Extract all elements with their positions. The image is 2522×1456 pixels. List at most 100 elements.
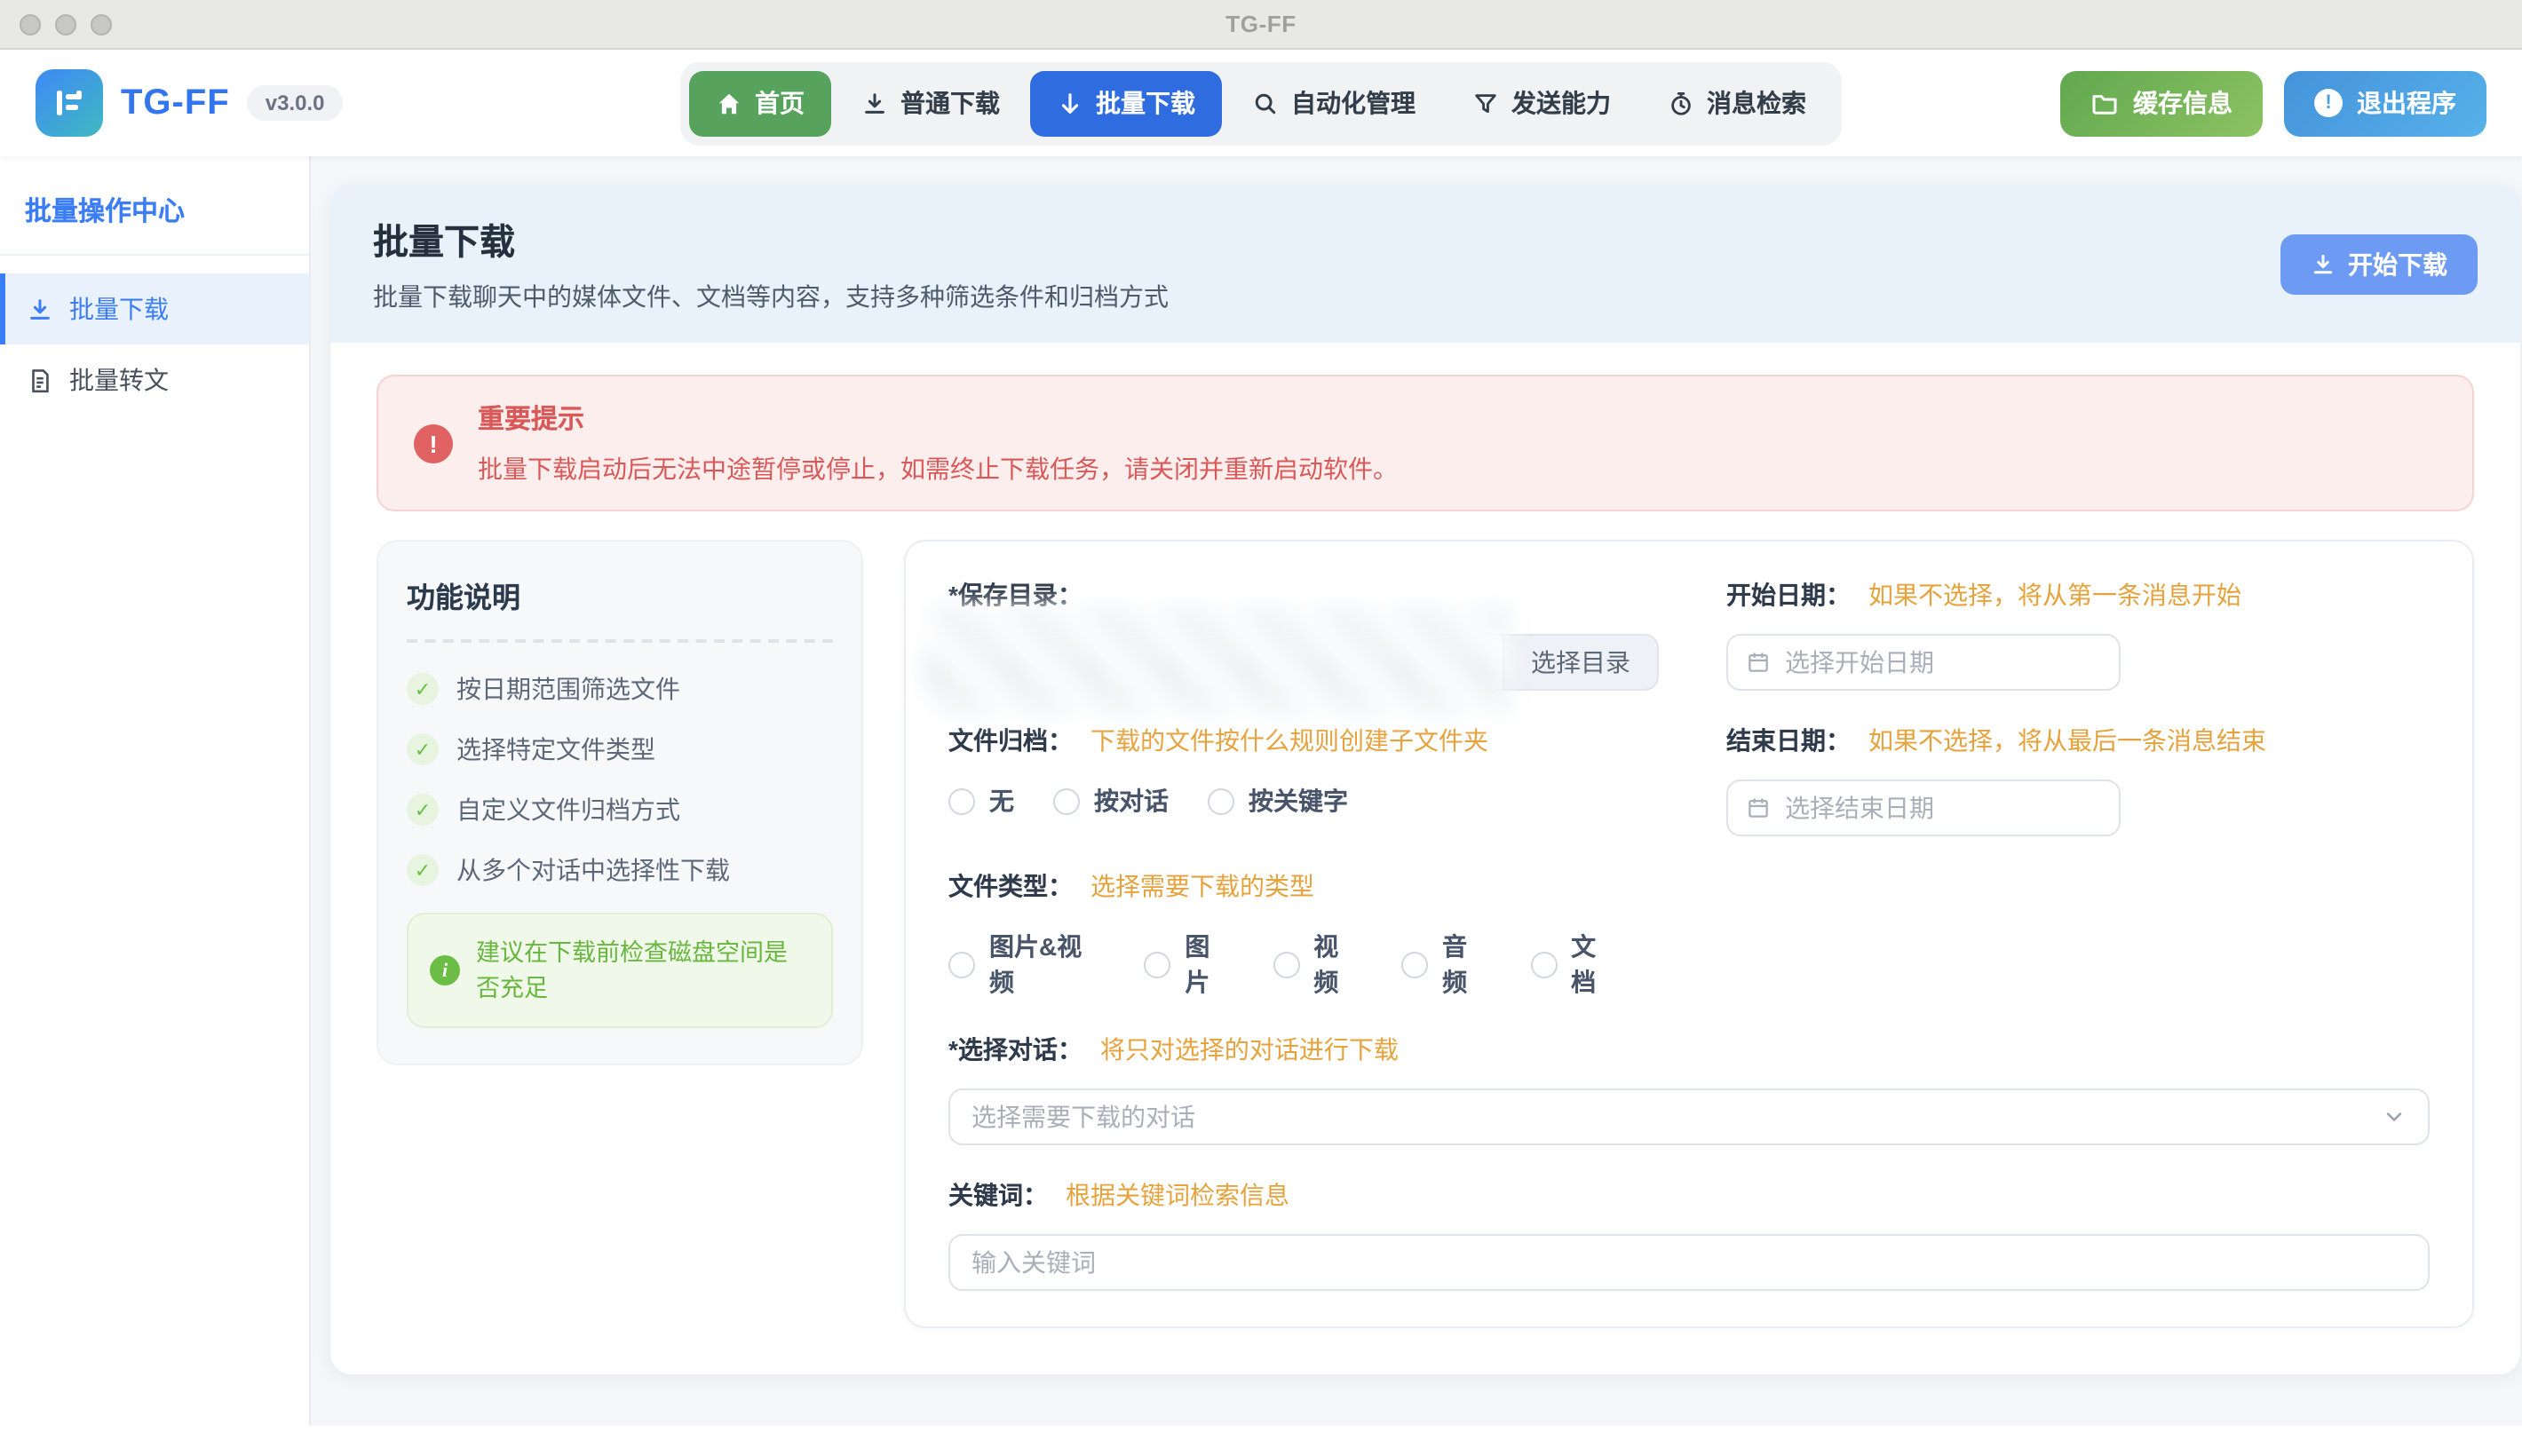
batch-download-panel: 批量下载 批量下载聊天中的媒体文件、文档等内容，支持多种筛选条件和归档方式 开始… xyxy=(330,185,2520,1374)
start-date-label: 开始日期： xyxy=(1726,581,1851,609)
radio-circle-icon xyxy=(1273,951,1299,977)
save-directory-input[interactable] xyxy=(948,634,1503,691)
keyword-hint: 根据关键词检索信息 xyxy=(1066,1181,1289,1209)
radio-circle-icon xyxy=(1530,951,1557,977)
list-item: ✓ 选择特定文件类型 xyxy=(407,732,833,767)
radio-circle-icon xyxy=(1401,951,1428,977)
nav-tab-send[interactable]: 发送能力 xyxy=(1446,70,1638,136)
save-directory-label: *保存目录： xyxy=(948,581,1083,609)
radio-archive-by-dialog[interactable]: 按对话 xyxy=(1053,783,1169,819)
radio-type-audio[interactable]: 音频 xyxy=(1401,929,1491,1000)
list-item: ✓ 自定义文件归档方式 xyxy=(407,792,833,827)
start-date-field: 开始日期： 如果不选择，将从第一条消息开始 选择开始日期 xyxy=(1726,577,2430,691)
arrow-down-icon xyxy=(1057,90,1083,116)
keyword-input[interactable] xyxy=(948,1234,2430,1291)
nav-tab-automation[interactable]: 自动化管理 xyxy=(1225,70,1442,136)
folder-icon xyxy=(2090,89,2119,117)
close-button[interactable] xyxy=(20,13,41,35)
download-line-icon xyxy=(27,296,53,322)
brand-name: TG-FF xyxy=(121,83,230,123)
app-window: TG-FF TG-FF v3.0.0 首页 xyxy=(0,0,2522,1456)
app-bar: TG-FF v3.0.0 首页 普通下载 批量下载 xyxy=(0,50,2522,156)
main-nav: 首页 普通下载 批量下载 自动化管理 xyxy=(680,61,1842,145)
warning-icon: ! xyxy=(414,423,453,463)
file-type-label: 文件类型： xyxy=(948,872,1073,900)
app-logo-icon xyxy=(36,69,103,137)
select-dialog-hint: 将只对选择的对话进行下载 xyxy=(1100,1035,1399,1064)
document-icon xyxy=(27,367,53,393)
title-bar: TG-FF xyxy=(0,0,2522,50)
brand: TG-FF v3.0.0 xyxy=(36,69,343,137)
select-dialog-label: *选择对话： xyxy=(948,1035,1083,1064)
page-title: 批量下载 xyxy=(373,213,1169,265)
file-archive-field: 文件归档： 下载的文件按什么规则创建子文件夹 无 按对话 按关键字 xyxy=(948,723,1659,836)
start-date-input[interactable]: 选择开始日期 xyxy=(1726,634,2121,691)
radio-type-image[interactable]: 图片 xyxy=(1144,929,1233,1000)
dialog-select[interactable]: 选择需要下载的对话 xyxy=(948,1088,2430,1145)
page-header: 批量下载 批量下载聊天中的媒体文件、文档等内容，支持多种筛选条件和归档方式 开始… xyxy=(330,185,2520,343)
radio-archive-none[interactable]: 无 xyxy=(948,783,1014,819)
radio-circle-icon xyxy=(948,787,975,814)
keyword-label: 关键词： xyxy=(948,1181,1048,1209)
warning-title: 重要提示 xyxy=(478,400,1398,437)
feature-card-title: 功能说明 xyxy=(407,574,833,616)
version-badge: v3.0.0 xyxy=(248,85,343,121)
nav-tab-batch-download[interactable]: 批量下载 xyxy=(1030,70,1222,136)
cards-row: 功能说明 ✓ 按日期范围筛选文件 ✓ 选择特定文件类型 ✓ 自定义文件归档方 xyxy=(330,511,2520,1374)
choose-directory-button[interactable]: 选择目录 xyxy=(1503,634,1659,691)
radio-type-video[interactable]: 视频 xyxy=(1273,929,1362,1000)
file-type-hint: 选择需要下载的类型 xyxy=(1090,872,1314,900)
radio-archive-by-keyword[interactable]: 按关键字 xyxy=(1208,783,1348,819)
dashed-divider xyxy=(407,639,833,643)
search-icon xyxy=(1252,90,1279,116)
start-date-hint: 如果不选择，将从第一条消息开始 xyxy=(1868,581,2241,609)
home-icon xyxy=(716,90,742,116)
file-archive-label: 文件归档： xyxy=(948,726,1073,755)
archive-radio-group: 无 按对话 按关键字 xyxy=(948,783,1659,819)
file-archive-hint: 下载的文件按什么规则创建子文件夹 xyxy=(1090,726,1488,755)
end-date-field: 结束日期：如果不选择，将从最后一条消息结束 选择结束日期 xyxy=(1726,723,2430,836)
check-icon: ✓ xyxy=(407,673,439,705)
chevron-down-icon xyxy=(2382,1104,2407,1129)
appbar-actions: 缓存信息 ! 退出程序 xyxy=(2060,70,2486,136)
app-body: 批量操作中心 批量下载 批量转文 xyxy=(0,156,2522,1454)
info-icon: i xyxy=(430,955,460,985)
select-dialog-field: *选择对话： 将只对选择的对话进行下载 选择需要下载的对话 xyxy=(948,1032,2430,1145)
exclamation-circle-icon: ! xyxy=(2314,89,2343,117)
download-form-card: *保存目录： 选择目录 开始日期： 如果不选择，将从第一条消息开始 xyxy=(904,540,2474,1328)
radio-type-image-video[interactable]: 图片&视频 xyxy=(948,929,1105,1000)
end-date-input[interactable]: 选择结束日期 xyxy=(1726,779,2121,836)
save-directory-input-group: 选择目录 xyxy=(948,634,1659,691)
disk-space-tip: i 建议在下载前检查磁盘空间是否充足 xyxy=(407,913,833,1028)
radio-circle-icon xyxy=(1053,787,1080,814)
save-directory-field: *保存目录： 选择目录 xyxy=(948,577,1659,691)
nav-tab-home[interactable]: 首页 xyxy=(689,70,831,136)
feature-info-card: 功能说明 ✓ 按日期范围筛选文件 ✓ 选择特定文件类型 ✓ 自定义文件归档方 xyxy=(377,540,863,1065)
exit-app-button[interactable]: ! 退出程序 xyxy=(2284,70,2486,136)
sidebar-item-batch-transcribe[interactable]: 批量转文 xyxy=(0,344,309,415)
list-item: ✓ 从多个对话中选择性下载 xyxy=(407,852,833,888)
file-type-radio-group: 图片&视频 图片 视频 音频 文档 xyxy=(948,929,1659,1000)
sidebar-title: 批量操作中心 xyxy=(0,192,309,256)
keyword-field: 关键词： 根据关键词检索信息 xyxy=(948,1177,2430,1291)
calendar-icon xyxy=(1746,650,1771,675)
radio-type-document[interactable]: 文档 xyxy=(1530,929,1620,1000)
start-download-button[interactable]: 开始下载 xyxy=(2280,233,2478,294)
minimize-button[interactable] xyxy=(55,13,76,35)
sidebar-item-batch-download[interactable]: 批量下载 xyxy=(0,273,309,344)
sidebar-list: 批量下载 批量转文 xyxy=(0,273,309,415)
zoom-button[interactable] xyxy=(91,13,112,35)
check-icon: ✓ xyxy=(407,854,439,886)
file-type-field: 文件类型： 选择需要下载的类型 图片&视频 图片 视频 音频 文档 xyxy=(948,868,1659,1000)
end-date-label: 结束日期： xyxy=(1726,726,1851,755)
download-line-icon xyxy=(861,90,888,116)
traffic-lights xyxy=(20,0,112,48)
cache-info-button[interactable]: 缓存信息 xyxy=(2060,70,2263,136)
warning-text: 批量下载启动后无法中途暂停或停止，如需终止下载任务，请关闭并重新启动软件。 xyxy=(478,451,1398,487)
nav-tab-message-search[interactable]: 消息检索 xyxy=(1641,70,1833,136)
nav-tab-normal-download[interactable]: 普通下载 xyxy=(835,70,1027,136)
filter-icon xyxy=(1472,90,1499,116)
radio-circle-icon xyxy=(1144,951,1170,977)
tip-text: 建议在下载前检查磁盘空间是否充足 xyxy=(476,936,810,1005)
page-subtitle: 批量下载聊天中的媒体文件、文档等内容，支持多种筛选条件和归档方式 xyxy=(373,279,1169,314)
